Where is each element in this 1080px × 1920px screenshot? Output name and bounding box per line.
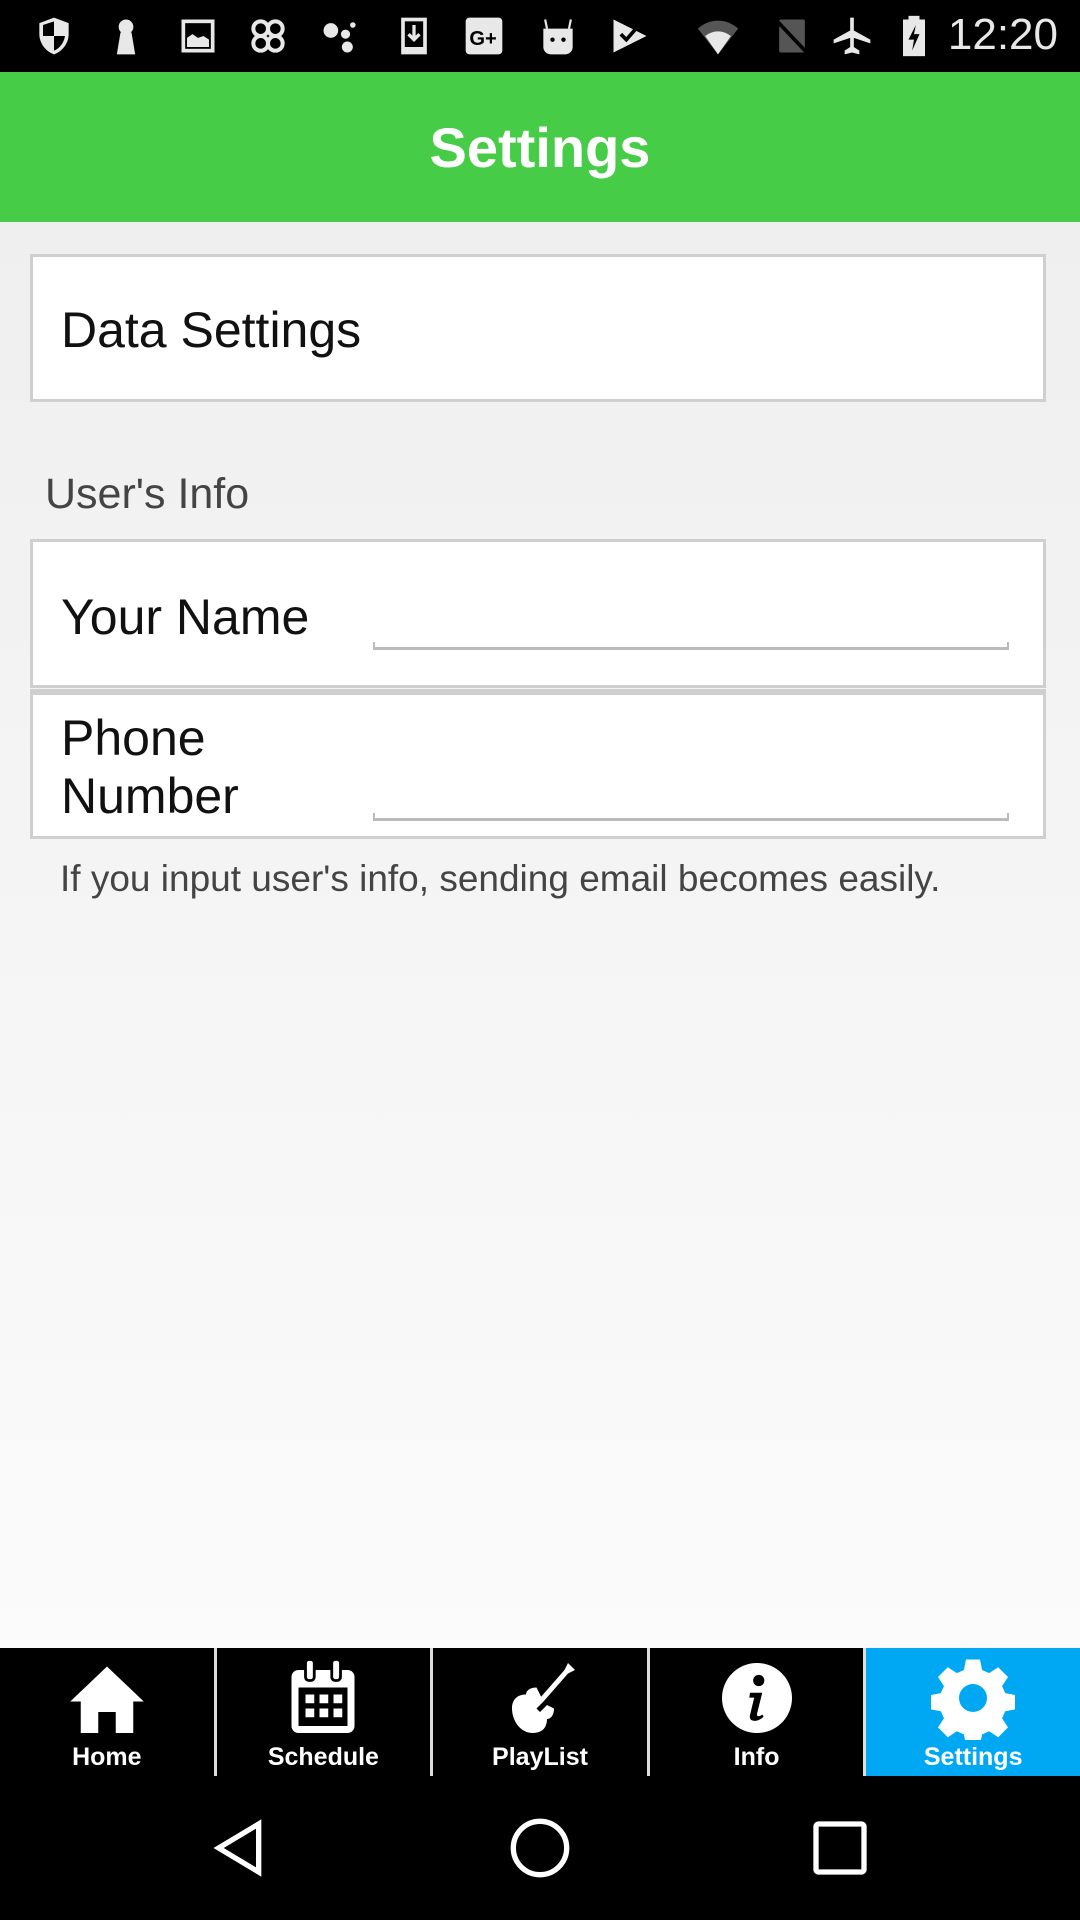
back-icon[interactable] <box>208 1816 272 1880</box>
wifi-icon <box>697 20 739 55</box>
assistant-icon <box>323 22 356 53</box>
your-name-input[interactable] <box>373 582 1013 644</box>
tab-settings-label: Settings <box>923 1743 1023 1771</box>
your-name-row: Your Name <box>30 539 1046 688</box>
battery-charging-icon <box>903 15 925 57</box>
svg-text:G+: G+ <box>469 28 496 50</box>
download-icon <box>401 17 427 55</box>
clover-icon <box>251 19 285 53</box>
users-info-section-label: User's Info <box>45 470 250 518</box>
no-sim-icon <box>774 18 810 56</box>
status-bar: G+ 12:20 <box>0 0 1080 72</box>
phone-number-row: Phone Number <box>30 689 1046 839</box>
guitar-icon <box>511 1663 575 1733</box>
keyhole-icon <box>116 19 136 55</box>
page-title: Settings <box>429 115 651 179</box>
system-nav-bar <box>0 1776 1080 1920</box>
google-plus-icon: G+ <box>465 17 503 55</box>
bottom-tab-bar: Home Schedule PlayList Info Settings <box>0 1648 1080 1776</box>
tab-info[interactable]: Info <box>650 1648 867 1776</box>
tab-schedule[interactable]: Schedule <box>217 1648 434 1776</box>
image-icon <box>181 19 215 53</box>
settings-content: Data Settings User's Info Your Name Phon… <box>0 222 1080 1648</box>
home-circle-icon[interactable] <box>508 1816 572 1880</box>
shield-icon <box>39 17 69 55</box>
play-tasks-icon <box>613 19 647 53</box>
recents-icon[interactable] <box>808 1816 872 1880</box>
tab-playlist[interactable]: PlayList <box>433 1648 650 1776</box>
tab-settings[interactable]: Settings <box>866 1648 1080 1776</box>
users-info-hint: If you input user's info, sending email … <box>60 858 941 899</box>
phone-number-underline <box>373 813 1009 821</box>
tab-info-label: Info <box>733 1743 780 1771</box>
calendar-icon <box>291 1658 355 1733</box>
home-icon <box>70 1666 144 1733</box>
your-name-label: Your Name <box>61 589 310 645</box>
android-icon <box>543 19 573 55</box>
tab-playlist-label: PlayList <box>492 1743 588 1771</box>
info-icon <box>721 1663 792 1733</box>
data-settings-item[interactable]: Data Settings <box>30 254 1046 402</box>
phone-number-input[interactable] <box>373 755 1013 817</box>
data-settings-label: Data Settings <box>61 302 362 358</box>
tab-home-label: Home <box>72 1743 142 1771</box>
tab-home[interactable]: Home <box>0 1648 217 1776</box>
phone-number-label: Phone Number <box>61 710 239 824</box>
app-bar: Settings <box>0 72 1080 222</box>
your-name-underline <box>373 642 1009 650</box>
clock: 12:20 <box>947 10 1058 59</box>
tab-schedule-label: Schedule <box>267 1743 379 1771</box>
gear-icon <box>931 1659 1016 1740</box>
airplane-icon <box>833 17 871 55</box>
